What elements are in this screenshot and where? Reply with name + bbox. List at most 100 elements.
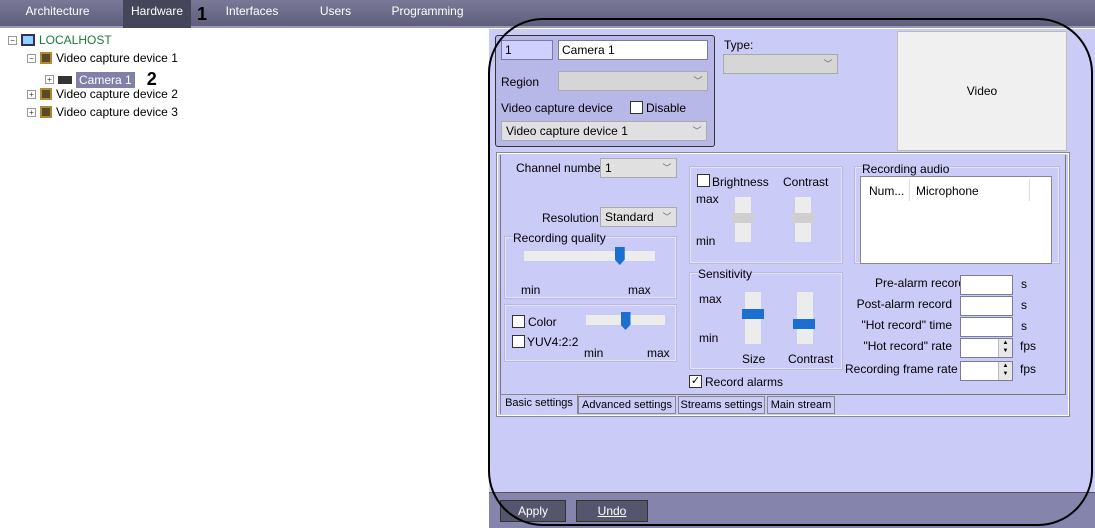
- apply-button[interactable]: Apply: [500, 500, 566, 522]
- chevron-down-icon: ﹀: [662, 212, 672, 222]
- chip-icon: [40, 52, 52, 64]
- video-preview: Video: [897, 31, 1067, 151]
- post-alarm-unit: s: [1021, 298, 1027, 312]
- monitor-icon: [21, 34, 35, 46]
- camera-id-input[interactable]: 1: [501, 40, 553, 60]
- chevron-down-icon: ﹀: [693, 76, 703, 86]
- color-max: max: [647, 346, 670, 360]
- frame-rate-input[interactable]: ▲ ▼: [960, 361, 1013, 381]
- channel-select[interactable]: 1 ﹀: [600, 158, 677, 178]
- vcd-label: Video capture device: [501, 101, 613, 115]
- record-alarms-label: Record alarms: [705, 375, 784, 389]
- brightness-slider-thumb[interactable]: [732, 213, 754, 223]
- pre-alarm-input[interactable]: [960, 275, 1013, 295]
- footer-bar: Apply Undo: [489, 492, 1095, 528]
- tab-users[interactable]: Users: [313, 0, 358, 28]
- expand-icon[interactable]: +: [27, 89, 36, 99]
- tree-label: Camera 1: [76, 71, 135, 88]
- chevron-down-icon: ﹀: [823, 59, 833, 69]
- collapse-icon[interactable]: −: [8, 35, 17, 45]
- channel-value: 1: [605, 161, 612, 175]
- color-label: Color: [528, 315, 557, 329]
- resolution-label: Resolution: [542, 211, 599, 225]
- type-label: Type:: [724, 38, 754, 52]
- top-tab-bar: Architecture Hardware 1 Interfaces Users…: [0, 0, 1095, 28]
- tree-label: LOCALHOST: [39, 33, 112, 47]
- hot-record-time-unit: s: [1021, 319, 1027, 333]
- tab-main-stream[interactable]: Main stream: [767, 396, 835, 414]
- brightness-checkbox[interactable]: [697, 174, 710, 187]
- disable-checkbox[interactable]: [630, 101, 643, 114]
- quality-min: min: [521, 283, 541, 297]
- collapse-icon[interactable]: −: [27, 53, 36, 63]
- tab-hardware[interactable]: Hardware: [123, 0, 191, 28]
- color-checkbox[interactable]: [512, 315, 525, 328]
- hot-record-time-label: "Hot record" time: [861, 318, 952, 332]
- tab-architecture[interactable]: Architecture: [15, 0, 100, 28]
- tree-node-device-2[interactable]: + Video capture device 2: [27, 87, 178, 101]
- tree-label: Video capture device 2: [56, 87, 178, 101]
- sensitivity-max: max: [699, 292, 722, 306]
- tab-streams-settings[interactable]: Streams settings: [678, 396, 765, 414]
- quality-max: max: [628, 283, 651, 297]
- sensitivity-label: Sensitivity: [698, 267, 753, 281]
- expand-icon[interactable]: +: [27, 107, 36, 117]
- undo-button[interactable]: Undo: [576, 500, 648, 522]
- annotation-1: 1: [197, 4, 208, 24]
- pre-alarm-label: Pre-alarm record: [875, 276, 966, 290]
- expand-icon[interactable]: +: [45, 75, 54, 84]
- tab-basic-settings[interactable]: Basic settings: [500, 394, 578, 414]
- brightness-max: max: [696, 192, 719, 206]
- camera-icon: [58, 75, 72, 84]
- chevron-down-icon: ﹀: [662, 163, 672, 173]
- resolution-value: Standard: [605, 210, 654, 224]
- sensitivity-min: min: [699, 331, 719, 345]
- resolution-select[interactable]: Standard ﹀: [600, 207, 677, 227]
- size-slider-thumb[interactable]: [742, 308, 764, 319]
- column-num[interactable]: Num...: [869, 184, 904, 198]
- tree-label: Video capture device 1: [56, 51, 178, 65]
- brightness-label: Brightness: [712, 175, 769, 189]
- channel-label: Channel number: [516, 161, 605, 175]
- tab-advanced-settings[interactable]: Advanced settings: [578, 396, 676, 414]
- tree-node-localhost[interactable]: − LOCALHOST: [8, 33, 112, 47]
- chip-icon: [40, 106, 52, 118]
- record-alarms-checkbox[interactable]: ✓: [689, 375, 702, 388]
- type-select[interactable]: ﹀: [723, 54, 838, 74]
- post-alarm-input[interactable]: [960, 296, 1013, 316]
- sensitivity-contrast-slider-thumb[interactable]: [793, 319, 815, 330]
- frame-rate-unit: fps: [1020, 362, 1037, 376]
- chip-icon: [40, 88, 52, 100]
- sensitivity-contrast-slider[interactable]: [797, 292, 813, 344]
- tree-node-device-3[interactable]: + Video capture device 3: [27, 105, 178, 119]
- camera-name-input[interactable]: Camera 1: [558, 40, 708, 60]
- region-select[interactable]: ﹀: [558, 71, 708, 91]
- quality-slider[interactable]: [524, 251, 655, 261]
- yuv-checkbox[interactable]: [512, 335, 525, 348]
- post-alarm-label: Post-alarm record: [856, 297, 952, 311]
- vcd-value: Video capture device 1: [506, 124, 628, 138]
- spin-updown-icon[interactable]: ▲ ▼: [998, 362, 1012, 380]
- spin-updown-icon[interactable]: ▲ ▼: [998, 339, 1012, 357]
- tree-node-device-1[interactable]: − Video capture device 1: [27, 51, 178, 65]
- chevron-down-icon: ﹀: [692, 126, 702, 136]
- yuv-label: YUV4:2:2: [527, 335, 579, 349]
- tree-label: Video capture device 3: [56, 105, 178, 119]
- hardware-tree: − LOCALHOST − Video capture device 1 + C…: [0, 29, 489, 528]
- contrast-slider-thumb[interactable]: [792, 213, 814, 223]
- region-label: Region: [501, 75, 540, 89]
- brightness-min: min: [696, 234, 716, 248]
- hot-record-time-input[interactable]: [960, 317, 1013, 337]
- vcd-select[interactable]: Video capture device 1 ﹀: [501, 121, 707, 141]
- tab-interfaces[interactable]: Interfaces: [222, 0, 282, 28]
- hot-record-rate-input[interactable]: ▲ ▼: [960, 338, 1013, 358]
- recording-quality-label: Recording quality: [513, 231, 606, 245]
- color-min: min: [584, 346, 604, 360]
- recording-audio-label: Recording audio: [862, 162, 950, 176]
- contrast-label: Contrast: [783, 175, 829, 189]
- audio-list[interactable]: Num... Microphone: [860, 176, 1052, 264]
- frame-rate-label: Recording frame rate: [845, 362, 958, 376]
- column-microphone[interactable]: Microphone: [916, 184, 979, 198]
- tab-programming[interactable]: Programming: [390, 0, 465, 28]
- hot-record-rate-label: "Hot record" rate: [863, 339, 952, 353]
